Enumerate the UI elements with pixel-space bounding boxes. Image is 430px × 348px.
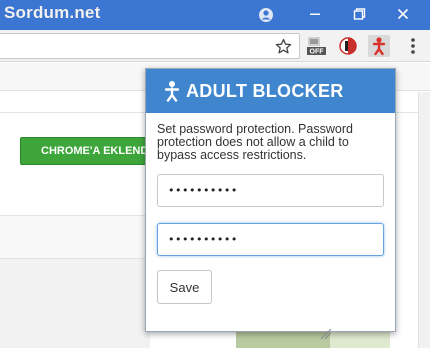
close-icon[interactable] [390,3,416,25]
menu-kebab-icon[interactable] [407,36,419,56]
page-section-band [0,215,150,259]
page-sidebar-area [0,259,150,348]
off-extension-icon: OFF [307,37,326,56]
child-figure-icon [164,81,180,102]
brand-label: Sordum.net [4,3,101,22]
adult-blocker-popup: ADULT BLOCKER Set password protection. P… [145,68,396,332]
resize-grip-icon [320,328,332,340]
popup-header: ADULT BLOCKER [146,69,395,113]
restore-icon[interactable] [346,3,372,25]
popup-title: ADULT BLOCKER [186,81,344,101]
browser-window: Sordum.net OFF CHROME'A EKLENDİ ADULT BL… [0,0,430,348]
minimize-icon[interactable] [302,3,328,25]
off-extension-label: OFF [310,49,325,56]
adult-blocker-extension-button[interactable] [368,35,390,57]
adult-blocker-extension-icon [372,37,386,56]
off-extension-button[interactable]: OFF [305,35,327,57]
address-bar[interactable] [0,33,300,59]
add-to-chrome-button[interactable]: CHROME'A EKLENDİ [20,137,150,165]
popup-description: Set password protection. Password protec… [157,122,353,162]
save-button[interactable]: Save [157,270,212,304]
confirm-password-field[interactable] [157,223,384,256]
profile-icon[interactable] [256,5,276,25]
page-scrollbar[interactable] [418,92,430,348]
title-bar: Sordum.net [0,0,430,30]
bookmark-star-icon[interactable] [275,38,292,55]
shield-extension-button[interactable] [337,35,359,57]
password-field[interactable] [157,174,384,207]
shield-extension-icon [339,37,357,55]
browser-toolbar [0,30,430,62]
